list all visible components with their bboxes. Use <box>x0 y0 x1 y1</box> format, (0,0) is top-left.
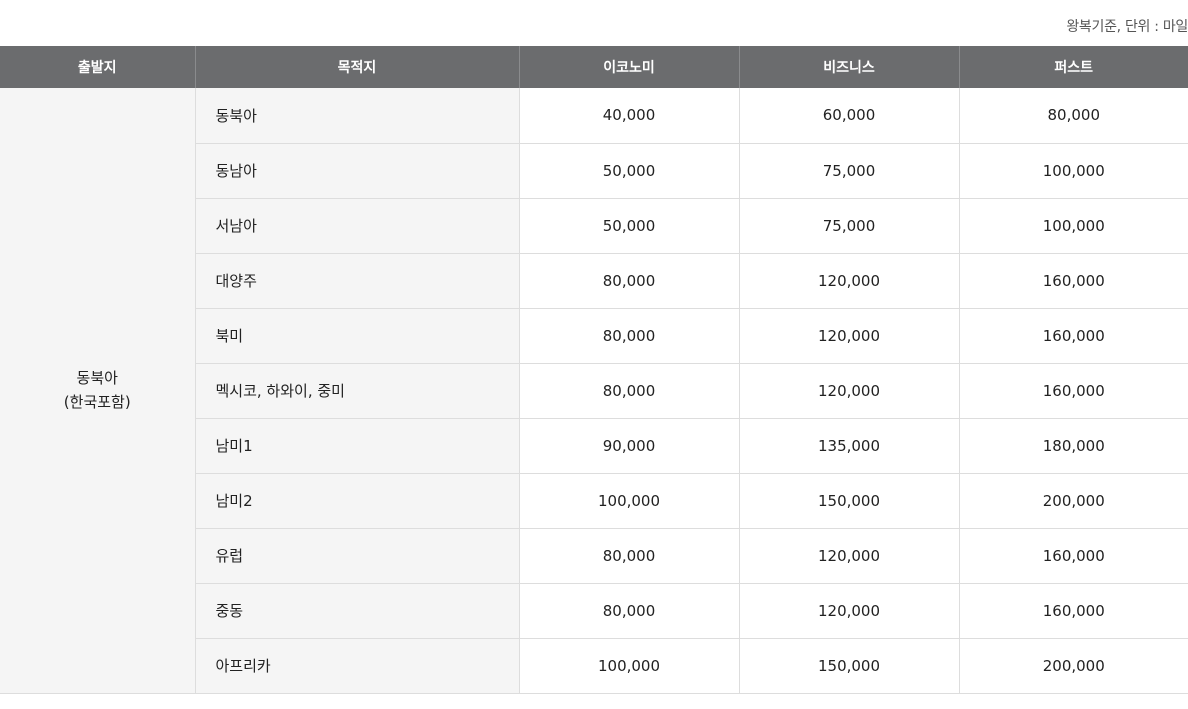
economy-cell: 80,000 <box>518 253 739 309</box>
destination-cell: 동북아 <box>194 88 519 144</box>
economy-cell: 80,000 <box>518 363 739 419</box>
header-destination: 목적지 <box>194 46 519 88</box>
first-cell: 200,000 <box>958 638 1188 694</box>
economy-cell: 50,000 <box>518 198 739 254</box>
business-cell: 150,000 <box>738 473 959 529</box>
table-body: 동북아 (한국포함) 동북아 40,000 60,000 80,000 동남아 … <box>0 88 1188 694</box>
header-first: 퍼스트 <box>958 46 1188 88</box>
business-cell: 120,000 <box>738 253 959 309</box>
business-cell: 75,000 <box>738 198 959 254</box>
destination-cell: 아프리카 <box>194 638 519 694</box>
first-cell: 160,000 <box>958 308 1188 364</box>
destination-cell: 유럽 <box>194 528 519 584</box>
destination-cell: 북미 <box>194 308 519 364</box>
business-cell: 120,000 <box>738 528 959 584</box>
destination-cell: 남미2 <box>194 473 519 529</box>
unit-note: 왕복기준, 단위 : 마일 <box>1066 19 1188 35</box>
first-cell: 160,000 <box>958 253 1188 309</box>
header-origin: 출발지 <box>0 46 195 88</box>
destination-cell: 대양주 <box>194 253 519 309</box>
economy-cell: 80,000 <box>518 583 739 639</box>
origin-name: 동북아 <box>76 369 118 388</box>
business-cell: 150,000 <box>738 638 959 694</box>
business-cell: 60,000 <box>738 88 959 144</box>
first-cell: 200,000 <box>958 473 1188 529</box>
economy-cell: 100,000 <box>518 473 739 529</box>
destination-cell: 멕시코, 하와이, 중미 <box>194 363 519 419</box>
destination-cell: 중동 <box>194 583 519 639</box>
first-cell: 100,000 <box>958 198 1188 254</box>
mileage-award-page: 왕복기준, 단위 : 마일 출발지 목적지 이코노미 비즈니스 퍼스트 동북아 … <box>0 0 1188 709</box>
first-cell: 160,000 <box>958 363 1188 419</box>
business-cell: 120,000 <box>738 363 959 419</box>
destination-cell: 동남아 <box>194 143 519 199</box>
first-cell: 160,000 <box>958 528 1188 584</box>
table-row: 동북아 (한국포함) 동북아 40,000 60,000 80,000 <box>0 88 1188 694</box>
header-business: 비즈니스 <box>738 46 959 88</box>
economy-cell: 40,000 <box>518 88 739 144</box>
destination-cell: 남미1 <box>194 418 519 474</box>
economy-cell: 50,000 <box>518 143 739 199</box>
business-cell: 75,000 <box>738 143 959 199</box>
economy-cell: 90,000 <box>518 418 739 474</box>
economy-cell: 100,000 <box>518 638 739 694</box>
first-cell: 100,000 <box>958 143 1188 199</box>
business-cell: 120,000 <box>738 308 959 364</box>
business-cell: 135,000 <box>738 418 959 474</box>
destination-cell: 서남아 <box>194 198 519 254</box>
mileage-award-table: 출발지 목적지 이코노미 비즈니스 퍼스트 동북아 (한국포함) 동북아 40,… <box>0 46 1188 694</box>
table-header-row: 출발지 목적지 이코노미 비즈니스 퍼스트 <box>0 46 1188 88</box>
origin-note: (한국포함) <box>63 393 131 412</box>
business-cell: 120,000 <box>738 583 959 639</box>
first-cell: 160,000 <box>958 583 1188 639</box>
origin-cell: 동북아 (한국포함) <box>0 88 195 694</box>
economy-cell: 80,000 <box>518 528 739 584</box>
first-cell: 80,000 <box>958 88 1188 144</box>
first-cell: 180,000 <box>958 418 1188 474</box>
economy-cell: 80,000 <box>518 308 739 364</box>
header-economy: 이코노미 <box>518 46 739 88</box>
